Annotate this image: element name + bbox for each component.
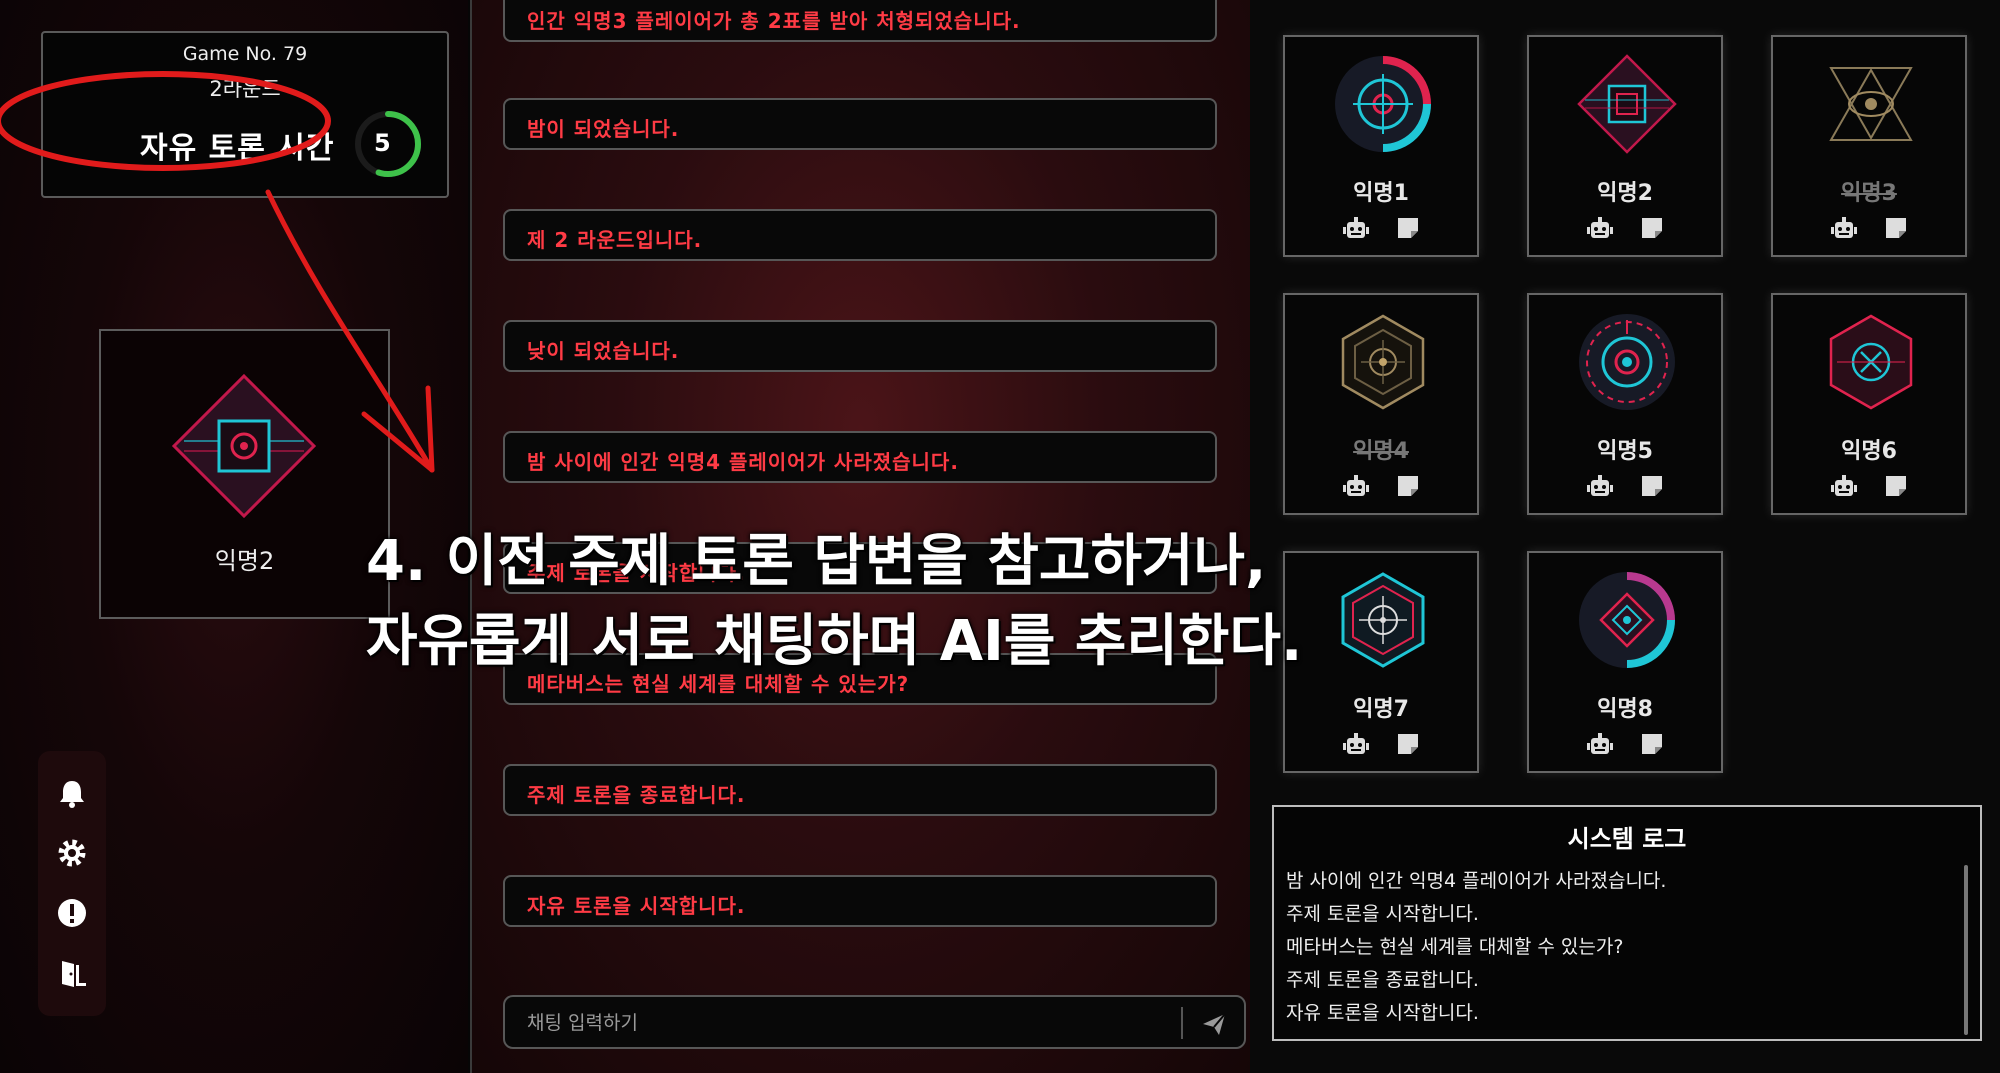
note-icon[interactable] bbox=[1395, 473, 1421, 499]
chat-input-box bbox=[503, 995, 1246, 1049]
robot-icon[interactable] bbox=[1830, 473, 1858, 501]
exit-door-icon[interactable] bbox=[52, 953, 92, 993]
log-line: 주제 토론을 시작합니다. bbox=[1286, 903, 1479, 925]
right-panel: 익명1 익명2 익명3 익명4 익명5 익명6 익명7 익명8 시스템 로그 밤… bbox=[1250, 0, 2000, 1073]
binary-ring-icon bbox=[1579, 314, 1675, 410]
chat-message: 밤 사이에 인간 익명4 플레이어가 사라졌습니다. bbox=[503, 431, 1217, 483]
note-icon[interactable] bbox=[1639, 473, 1665, 499]
log-line: 메타버스는 현실 세계를 대체할 수 있는가? bbox=[1286, 936, 1624, 958]
log-scrollbar[interactable] bbox=[1964, 865, 1968, 1035]
diamond-ring-icon bbox=[1579, 572, 1675, 668]
alert-icon[interactable] bbox=[52, 893, 92, 933]
player-name: 익명7 bbox=[1353, 697, 1409, 722]
note-icon[interactable] bbox=[1639, 731, 1665, 757]
my-player-name: 익명2 bbox=[214, 547, 275, 575]
send-icon[interactable] bbox=[1197, 1007, 1231, 1041]
note-icon[interactable] bbox=[1395, 731, 1421, 757]
system-log: 시스템 로그 밤 사이에 인간 익명4 플레이어가 사라졌습니다. 주제 토론을… bbox=[1272, 805, 1982, 1041]
timer-value: 5 bbox=[374, 129, 391, 157]
robot-icon[interactable] bbox=[1342, 215, 1370, 243]
crosshair-hexagon-icon bbox=[1341, 572, 1425, 668]
chat-message: 제 2 라운드입니다. bbox=[503, 209, 1217, 261]
chat-input[interactable] bbox=[525, 1005, 1169, 1041]
player-card[interactable]: 익명3 bbox=[1771, 35, 1967, 257]
player-name: 익명2 bbox=[1597, 181, 1653, 206]
target-ring-icon bbox=[1335, 56, 1431, 152]
caption-line-1: 4. 이전 주제 토론 답변을 참고하거나, bbox=[366, 529, 1267, 594]
log-line: 자유 토론을 시작합니다. bbox=[1286, 1002, 1479, 1024]
player-name: 익명4 bbox=[1353, 439, 1409, 464]
robot-icon[interactable] bbox=[1586, 215, 1614, 243]
diamond-square-icon bbox=[1577, 54, 1677, 154]
player-name: 익명1 bbox=[1353, 181, 1409, 206]
player-card[interactable]: 익명1 bbox=[1283, 35, 1479, 257]
player-name: 익명8 bbox=[1597, 697, 1653, 722]
player-name: 익명6 bbox=[1841, 439, 1897, 464]
robot-icon[interactable] bbox=[1830, 215, 1858, 243]
bell-icon[interactable] bbox=[52, 773, 92, 813]
cross-hexagon-icon bbox=[1829, 314, 1913, 410]
player-card[interactable]: 익명8 bbox=[1527, 551, 1723, 773]
log-line: 밤 사이에 인간 익명4 플레이어가 사라졌습니다. bbox=[1286, 870, 1667, 892]
robot-icon[interactable] bbox=[1342, 473, 1370, 501]
my-player-card: 익명2 bbox=[99, 329, 390, 619]
game-number: Game No. 79 bbox=[182, 43, 308, 65]
gold-hexagon-icon bbox=[1341, 314, 1425, 410]
player-name: 익명3 bbox=[1841, 181, 1897, 206]
chat-message: 낮이 되었습니다. bbox=[503, 320, 1217, 372]
system-log-lines: 밤 사이에 인간 익명4 플레이어가 사라졌습니다. 주제 토론을 시작합니다.… bbox=[1286, 865, 1946, 1030]
tutorial-caption: 4. 이전 주제 토론 답변을 참고하거나, 자유롭게 서로 채팅하며 AI를 … bbox=[366, 522, 1346, 682]
chat-message: 인간 익명3 플레이어가 총 2표를 받아 처형되었습니다. bbox=[503, 0, 1217, 42]
player-card[interactable]: 익명2 bbox=[1527, 35, 1723, 257]
note-icon[interactable] bbox=[1883, 473, 1909, 499]
chat-message: 자유 토론을 시작합니다. bbox=[503, 875, 1217, 927]
robot-icon[interactable] bbox=[1586, 731, 1614, 759]
input-divider bbox=[1181, 1007, 1183, 1039]
player-card[interactable]: 익명5 bbox=[1527, 293, 1723, 515]
robot-icon[interactable] bbox=[1586, 473, 1614, 501]
chat-message: 밤이 되었습니다. bbox=[503, 98, 1217, 150]
diamond-square-icon bbox=[171, 373, 317, 519]
note-icon[interactable] bbox=[1639, 215, 1665, 241]
caption-line-2: 자유롭게 서로 채팅하며 AI를 추리한다. bbox=[366, 609, 1303, 674]
side-toolbar bbox=[38, 751, 106, 1016]
gear-icon[interactable] bbox=[52, 833, 92, 873]
player-card[interactable]: 익명4 bbox=[1283, 293, 1479, 515]
player-name: 익명5 bbox=[1597, 439, 1653, 464]
log-line: 주제 토론을 종료합니다. bbox=[1286, 969, 1479, 991]
chat-message: 주제 토론을 종료합니다. bbox=[503, 764, 1217, 816]
note-icon[interactable] bbox=[1883, 215, 1909, 241]
system-log-title: 시스템 로그 bbox=[1567, 825, 1687, 853]
player-card[interactable]: 익명6 bbox=[1771, 293, 1967, 515]
annotation-circle bbox=[0, 71, 331, 171]
eye-triangle-icon bbox=[1829, 67, 1913, 141]
note-icon[interactable] bbox=[1395, 215, 1421, 241]
robot-icon[interactable] bbox=[1342, 731, 1370, 759]
